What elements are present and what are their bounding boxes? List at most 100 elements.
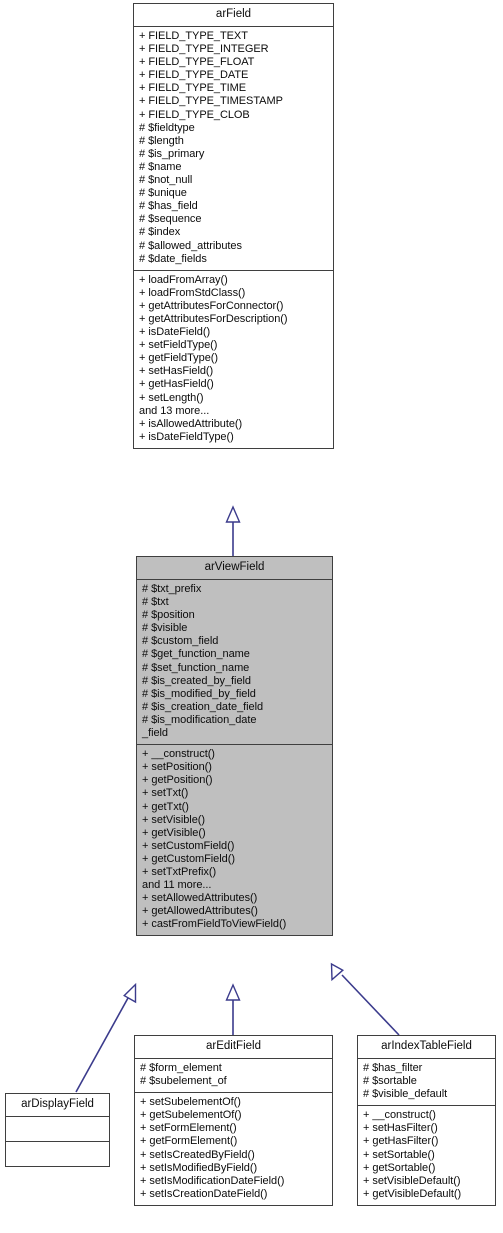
member-item: + getSortable() xyxy=(363,1161,436,1174)
member-item: + isAllowedAttribute() xyxy=(139,417,243,430)
member-item: + setIsModificationDateField() xyxy=(140,1174,285,1187)
member-item: + FIELD_TYPE_TEXT xyxy=(139,30,248,42)
attributes-section-areditfield: # $form_element # $subelement_of xyxy=(135,1059,332,1092)
edge-arindextablefield-to-arviewfield xyxy=(330,962,400,1036)
member-item: + setVisibleDefault() xyxy=(363,1174,461,1187)
methods-section-arindextablefield: + __construct() + setHasFilter() + getHa… xyxy=(358,1105,495,1205)
member-item: + setPosition() xyxy=(142,761,212,774)
member-item: + getTxt() xyxy=(142,800,189,813)
member-item: + setLength() xyxy=(139,391,204,404)
member-item: + FIELD_TYPE_TIMESTAMP xyxy=(139,95,283,108)
member-item: + isDateField() xyxy=(139,326,211,339)
member-item: and 11 more... xyxy=(142,879,212,892)
edge-arviewfield-to-arfield xyxy=(225,505,241,556)
member-item: + setAllowedAttributes() xyxy=(142,892,258,905)
member-item: + getHasFilter() xyxy=(363,1135,439,1148)
uml-class-diagram-canvas: arField + FIELD_TYPE_TEXT + FIELD_TYPE_I… xyxy=(0,0,503,1233)
member-item: # $index xyxy=(139,226,181,239)
member-item: + setFormElement() xyxy=(140,1122,237,1135)
member-item: + isDateFieldType() xyxy=(139,430,234,443)
edge-areditfield-to-arviewfield xyxy=(225,983,241,1035)
member-item: # $is_creation_date_field xyxy=(142,700,264,713)
member-item: # $has_filter xyxy=(363,1062,423,1074)
member-item: + FIELD_TYPE_FLOAT xyxy=(139,56,255,69)
class-name-arindextablefield: arIndexTableField xyxy=(358,1036,495,1059)
member-item: # $fieldtype xyxy=(139,121,195,134)
member-item: + FIELD_TYPE_CLOB xyxy=(139,108,250,121)
attributes-section-arviewfield: # $txt_prefix # $txt # $position # $visi… xyxy=(137,580,332,744)
member-item: # $date_fields xyxy=(139,252,207,265)
member-item: + setCustomField() xyxy=(142,839,235,852)
member-item: + getVisible() xyxy=(142,826,206,839)
member-item: # $has_field xyxy=(139,200,198,213)
member-item: # $is_modified_by_field xyxy=(142,687,256,700)
member-item: # $is_created_by_field xyxy=(142,674,251,687)
member-item: + FIELD_TYPE_INTEGER xyxy=(139,43,269,56)
methods-section-arviewfield: + __construct() + setPosition() + getPos… xyxy=(137,744,332,935)
member-item: + loadFromStdClass() xyxy=(139,286,246,299)
member-item: + castFromFieldToViewField() xyxy=(142,918,287,931)
member-item: + FIELD_TYPE_TIME xyxy=(139,82,247,95)
member-item: # $is_modification_date _field xyxy=(142,713,257,740)
member-item: + setFieldType() xyxy=(139,339,218,352)
member-item: and 13 more... xyxy=(139,404,210,417)
member-item: + getPosition() xyxy=(142,774,213,787)
member-item: + getAttributesForConnector() xyxy=(139,299,284,312)
class-name-arviewfield: arViewField xyxy=(137,557,332,580)
member-item: + getFormElement() xyxy=(140,1135,238,1148)
member-item: # $visible_default xyxy=(363,1088,448,1101)
member-item: + setTxt() xyxy=(142,787,189,800)
member-item: + setIsModifiedByField() xyxy=(140,1161,258,1174)
edge-ardisplayfield-to-arviewfield xyxy=(75,982,137,1093)
member-item: # $not_null xyxy=(139,174,193,187)
member-item: + __construct() xyxy=(363,1109,436,1122)
member-item: # $visible xyxy=(142,622,188,635)
member-item: # $name xyxy=(139,160,182,173)
methods-section-arfield: + loadFromArray() + loadFromStdClass() +… xyxy=(134,269,333,448)
class-node-arviewfield[interactable]: arViewField # $txt_prefix # $txt # $posi… xyxy=(136,556,333,937)
methods-section-areditfield: + setSubelementOf() + getSubelementOf() … xyxy=(135,1092,332,1205)
member-item: # $position xyxy=(142,609,195,622)
member-item: # $sortable xyxy=(363,1075,417,1088)
member-item: # $length xyxy=(139,134,184,147)
member-item: # $txt_prefix xyxy=(142,583,202,595)
member-item: # $subelement_of xyxy=(140,1075,227,1088)
member-item: + getAttributesForDescription() xyxy=(139,312,288,325)
class-name-ardisplayfield: arDisplayField xyxy=(6,1094,109,1117)
member-item: + setHasFilter() xyxy=(363,1122,438,1135)
member-item: # $get_function_name xyxy=(142,648,250,661)
member-item: + getVisibleDefault() xyxy=(363,1187,462,1200)
member-item: # $is_primary xyxy=(139,147,205,160)
member-item: # $allowed_attributes xyxy=(139,239,242,252)
class-node-arindextablefield[interactable]: arIndexTableField # $has_filter # $sorta… xyxy=(357,1035,496,1206)
member-item: + FIELD_TYPE_DATE xyxy=(139,69,249,82)
attributes-section-arfield: + FIELD_TYPE_TEXT + FIELD_TYPE_INTEGER +… xyxy=(134,27,333,270)
class-node-areditfield[interactable]: arEditField # $form_element # $subelemen… xyxy=(134,1035,333,1206)
methods-section-ardisplayfield xyxy=(6,1141,109,1166)
class-node-ardisplayfield[interactable]: arDisplayField xyxy=(5,1093,110,1167)
attributes-section-arindextablefield: # $has_filter # $sortable # $visible_def… xyxy=(358,1059,495,1105)
member-item: + getFieldType() xyxy=(139,352,218,365)
member-item: + setHasField() xyxy=(139,365,214,378)
member-item: # $txt xyxy=(142,596,169,609)
member-item: + getCustomField() xyxy=(142,852,235,865)
class-node-arfield[interactable]: arField + FIELD_TYPE_TEXT + FIELD_TYPE_I… xyxy=(133,3,334,449)
member-item: + getSubelementOf() xyxy=(140,1109,242,1122)
member-item: + setSubelementOf() xyxy=(140,1096,241,1109)
member-item: # $sequence xyxy=(139,213,202,226)
member-item: + setVisible() xyxy=(142,813,205,826)
member-item: + loadFromArray() xyxy=(139,273,228,286)
member-item: + getAllowedAttributes() xyxy=(142,905,258,918)
member-item: # $set_function_name xyxy=(142,661,250,674)
member-item: # $form_element xyxy=(140,1062,222,1074)
attributes-section-ardisplayfield xyxy=(6,1117,109,1141)
class-name-areditfield: arEditField xyxy=(135,1036,332,1059)
member-item: + getHasField() xyxy=(139,378,214,391)
member-item: # $custom_field xyxy=(142,635,219,648)
member-item: # $unique xyxy=(139,187,187,200)
member-item: + setIsCreatedByField() xyxy=(140,1148,255,1161)
member-item: + setIsCreationDateField() xyxy=(140,1187,268,1200)
member-item: + __construct() xyxy=(142,748,215,761)
member-item: + setTxtPrefix() xyxy=(142,865,217,878)
member-item: + setSortable() xyxy=(363,1148,435,1161)
